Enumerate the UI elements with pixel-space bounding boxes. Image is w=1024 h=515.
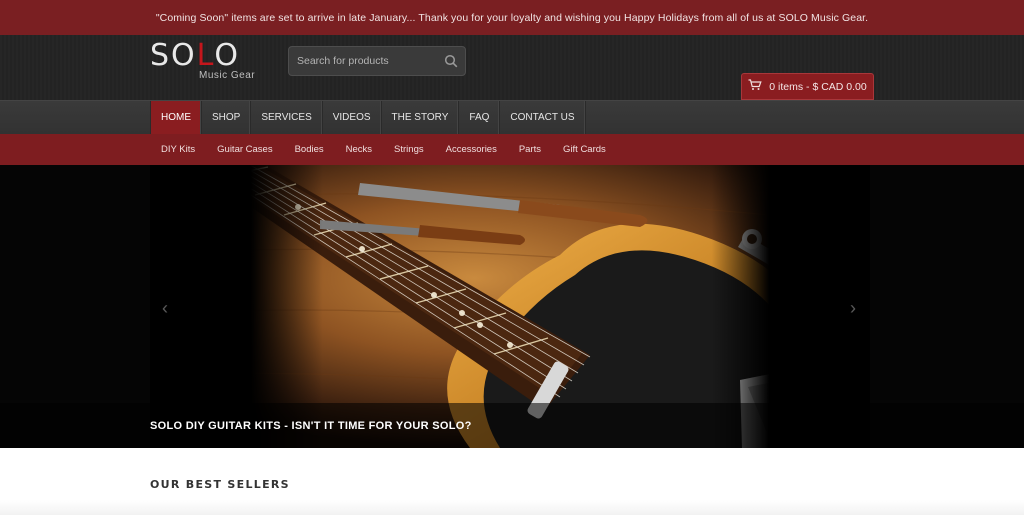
nav-the-story[interactable]: THE STORY xyxy=(382,101,460,134)
nav-contact-us[interactable]: CONTACT US xyxy=(500,101,586,134)
nav-faq[interactable]: FAQ xyxy=(459,101,501,134)
cart-icon xyxy=(748,79,762,94)
nav-home[interactable]: HOME xyxy=(150,101,202,134)
nav-services[interactable]: SERVICES xyxy=(251,101,323,134)
subnav-bodies[interactable]: Bodies xyxy=(284,134,335,165)
chevron-left-icon[interactable]: ‹ xyxy=(162,298,168,319)
logo-tagline: Music Gear xyxy=(199,70,256,81)
chevron-right-icon[interactable]: › xyxy=(850,298,856,319)
subnav-gift-cards[interactable]: Gift Cards xyxy=(552,134,617,165)
logo-wordmark: SOLO xyxy=(150,38,240,73)
subnav-parts[interactable]: Parts xyxy=(508,134,552,165)
subnav-diy-kits[interactable]: DIY Kits xyxy=(150,134,206,165)
nav-videos[interactable]: VIDEOS xyxy=(323,101,382,134)
subnav-necks[interactable]: Necks xyxy=(335,134,383,165)
nav-shop[interactable]: SHOP xyxy=(202,101,252,134)
subnav-strings[interactable]: Strings xyxy=(383,134,435,165)
main-nav: HOME SHOP SERVICES VIDEOS THE STORY FAQ … xyxy=(0,100,1024,134)
subnav-guitar-cases[interactable]: Guitar Cases xyxy=(206,134,283,165)
site-header: SOLO Music Gear 0 items - $ CAD 0.00 xyxy=(0,35,1024,100)
logo[interactable]: SOLO Music Gear xyxy=(150,41,270,85)
search-icon[interactable] xyxy=(437,47,465,75)
best-sellers-heading: OUR BEST SELLERS xyxy=(150,478,290,491)
announcement-text: "Coming Soon" items are set to arrive in… xyxy=(155,11,869,24)
cart-button[interactable]: 0 items - $ CAD 0.00 xyxy=(741,73,874,100)
hero-slider[interactable]: ‹ › SOLO DIY GUITAR KITS - ISN'T IT TIME… xyxy=(0,165,1024,448)
category-nav: DIY Kits Guitar Cases Bodies Necks Strin… xyxy=(0,134,1024,165)
announcement-bar: "Coming Soon" items are set to arrive in… xyxy=(0,0,1024,35)
subnav-accessories[interactable]: Accessories xyxy=(435,134,508,165)
cart-summary: 0 items - $ CAD 0.00 xyxy=(769,80,867,93)
hero-caption: SOLO DIY GUITAR KITS - ISN'T IT TIME FOR… xyxy=(150,420,472,432)
search-box xyxy=(288,46,466,76)
best-sellers-strip xyxy=(0,500,1024,515)
search-input[interactable] xyxy=(289,47,437,75)
